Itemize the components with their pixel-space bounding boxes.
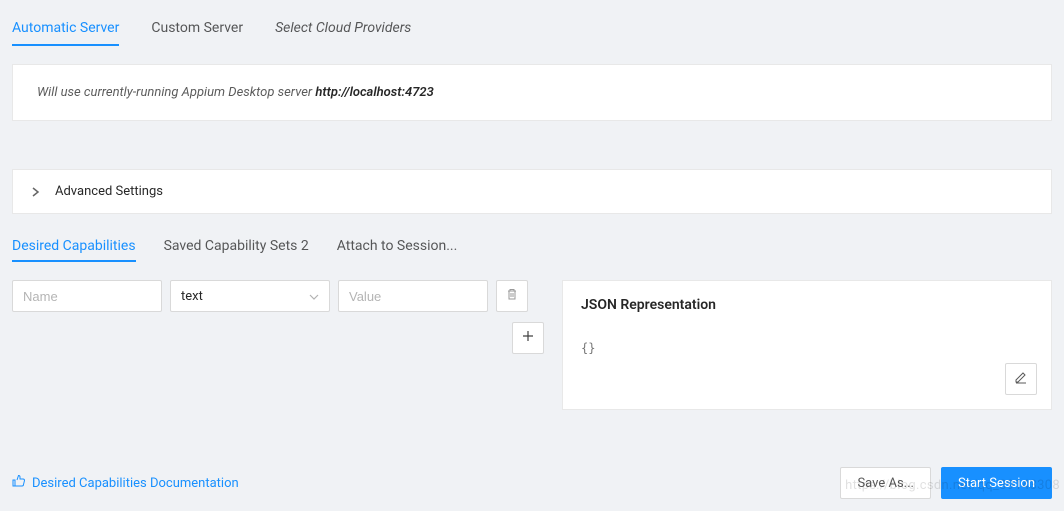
capability-type-value: text [181,289,203,304]
delete-capability-button[interactable] [496,280,528,312]
tab-attach-session[interactable]: Attach to Session... [337,232,458,262]
documentation-link-text: Desired Capabilities Documentation [32,476,239,491]
capability-value-input[interactable] [338,280,488,312]
capabilities-editor: text [12,280,544,354]
server-host: http://localhost:4723 [315,85,433,100]
documentation-link[interactable]: Desired Capabilities Documentation [12,474,239,492]
trash-icon [505,287,519,305]
capability-tabs: Desired Capabilities Saved Capability Se… [12,232,1052,262]
server-info-panel: Will use currently-running Appium Deskto… [12,64,1052,121]
json-title: JSON Representation [581,297,1033,313]
footer: Desired Capabilities Documentation Save … [12,467,1052,499]
server-info-text: Will use currently-running Appium Deskto… [37,85,315,100]
capability-row: text [12,280,544,312]
capability-type-select[interactable]: text [170,280,330,312]
edit-json-button[interactable] [1005,363,1037,395]
server-tabs: Automatic Server Custom Server Select Cl… [12,12,1052,46]
json-representation-panel: JSON Representation {} [562,280,1052,410]
advanced-settings-toggle[interactable]: Advanced Settings [12,169,1052,214]
chevron-right-icon [31,187,41,197]
tab-cloud-providers[interactable]: Select Cloud Providers [275,12,411,46]
start-session-button[interactable]: Start Session [941,467,1052,499]
add-capability-button[interactable] [512,322,544,354]
advanced-settings-label: Advanced Settings [55,184,163,199]
plus-icon [522,330,534,346]
pencil-icon [1014,370,1028,388]
chevron-down-icon [309,289,319,304]
save-as-button[interactable]: Save As... [840,467,931,499]
thumbs-up-icon [12,474,26,492]
tab-desired-capabilities[interactable]: Desired Capabilities [12,232,136,262]
tab-custom-server[interactable]: Custom Server [151,12,243,46]
tab-saved-sets[interactable]: Saved Capability Sets 2 [164,232,309,262]
tab-automatic-server[interactable]: Automatic Server [12,12,119,46]
json-content: {} [581,341,1033,355]
capability-name-input[interactable] [12,280,162,312]
